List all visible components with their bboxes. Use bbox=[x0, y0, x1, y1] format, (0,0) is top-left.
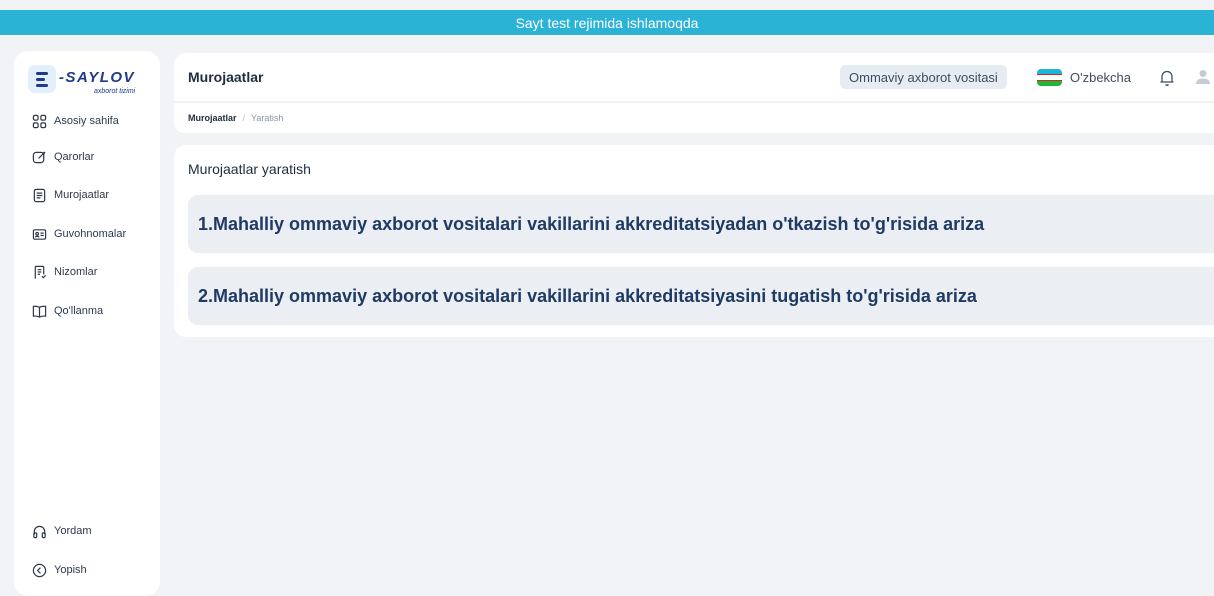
sidebar-item-guide[interactable]: Qo'llanma bbox=[32, 301, 103, 321]
document-icon bbox=[33, 188, 46, 202]
sidebar-item-help[interactable]: Yordam bbox=[32, 521, 92, 541]
language-selector[interactable]: O'zbekcha bbox=[1037, 67, 1131, 87]
sidebar-collapse-button[interactable]: Yopish bbox=[32, 560, 87, 580]
sidebar-item-label: Qarorlar bbox=[54, 151, 95, 163]
sidebar-item-label: Guvohnomalar bbox=[54, 228, 127, 240]
sidebar-item-label: Yordam bbox=[54, 525, 92, 537]
page-title: Murojaatlar bbox=[188, 69, 264, 85]
main-content: Murojaatlar yaratish 1.Mahalliy ommaviy … bbox=[174, 145, 1214, 337]
application-title: 1.Mahalliy ommaviy axborot vositalari va… bbox=[198, 213, 985, 234]
sidebar-item-label: Yopish bbox=[54, 564, 87, 576]
sidebar-item-certificates[interactable]: Guvohnomalar bbox=[32, 224, 126, 244]
breadcrumb-parent-link[interactable]: Murojaatlar bbox=[188, 113, 237, 123]
sidebar-item-label: Qo'llanma bbox=[54, 305, 104, 317]
sidebar-item-label: Nizomlar bbox=[54, 266, 98, 278]
breadcrumb-current: Yaratish bbox=[251, 113, 284, 123]
chevron-left-circle-icon bbox=[32, 563, 47, 577]
application-title: 2.Mahalliy ommaviy axborot vositalari va… bbox=[198, 285, 977, 306]
user-avatar-icon[interactable] bbox=[1196, 69, 1210, 85]
organization-badge: Ommaviy axborot vositasi bbox=[840, 65, 1007, 89]
sidebar-item-home[interactable]: Asosiy sahifa bbox=[32, 111, 119, 131]
breadcrumb-separator: / bbox=[242, 113, 246, 123]
logo-subtitle: axborot tizimi bbox=[94, 88, 136, 95]
uzbekistan-flag-icon bbox=[1037, 68, 1062, 86]
logo[interactable]: -SAYLOV axborot tizimi bbox=[28, 65, 148, 101]
test-mode-banner: Sayt test rejimida ishlamoqda bbox=[0, 10, 1214, 35]
top-bar: Murojaatlar Ommaviy axborot vositasi O'z… bbox=[174, 53, 1214, 101]
logo-name: -SAYLOV bbox=[59, 69, 136, 86]
breadcrumb: Murojaatlar / Yaratish bbox=[174, 102, 1214, 133]
sidebar: -SAYLOV axborot tizimi Asosiy sahifa Qar… bbox=[14, 51, 160, 596]
application-accreditation-termination-card[interactable]: 2.Mahalliy ommaviy axborot vositalari va… bbox=[188, 267, 1214, 325]
grid-icon bbox=[32, 114, 47, 128]
headphones-icon bbox=[33, 525, 46, 538]
banner-text: Sayt test rejimida ishlamoqda bbox=[515, 14, 699, 31]
id-card-icon bbox=[32, 228, 47, 240]
logo-icon bbox=[28, 65, 56, 93]
sidebar-item-label: Murojaatlar bbox=[54, 189, 110, 201]
list-document-icon bbox=[34, 265, 47, 279]
book-icon bbox=[32, 305, 47, 318]
sidebar-item-decisions[interactable]: Qarorlar bbox=[32, 147, 94, 167]
language-label: O'zbekcha bbox=[1070, 69, 1132, 85]
application-accreditation-card[interactable]: 1.Mahalliy ommaviy axborot vositalari va… bbox=[188, 195, 1214, 253]
sidebar-item-appeals[interactable]: Murojaatlar bbox=[32, 185, 109, 205]
edit-icon bbox=[32, 150, 46, 163]
sidebar-item-label: Asosiy sahifa bbox=[54, 115, 119, 127]
section-title: Murojaatlar yaratish bbox=[188, 161, 311, 177]
bell-icon[interactable] bbox=[1159, 69, 1175, 87]
sidebar-item-regulations[interactable]: Nizomlar bbox=[32, 262, 97, 282]
